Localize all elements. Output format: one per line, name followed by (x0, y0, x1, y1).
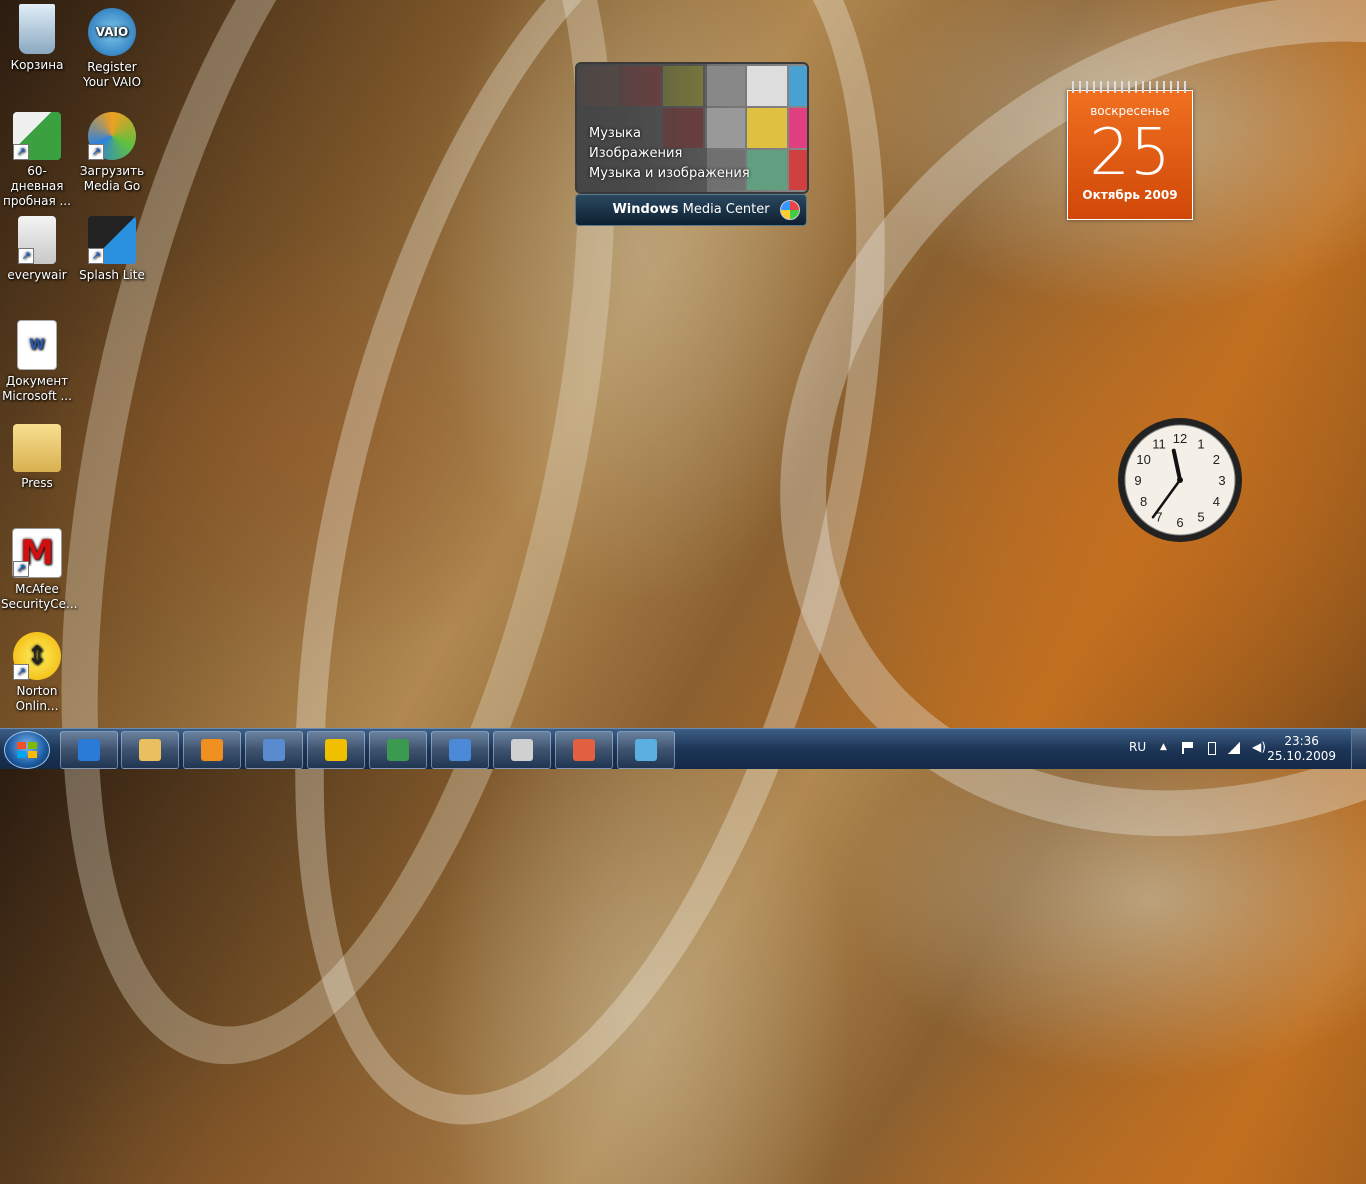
taskbar-paint-button[interactable] (555, 731, 613, 769)
start-button[interactable] (4, 731, 50, 769)
menu-item-pictures[interactable]: Изображения (589, 144, 750, 164)
taskbar: RU ▲ ◀) 23:36 25.10.2009 (0, 728, 1366, 769)
taskbar-movie-maker-button[interactable] (493, 731, 551, 769)
norton-icon (325, 739, 347, 761)
media-go-download-icon: ↗ (88, 112, 136, 160)
clock-number: 6 (1176, 515, 1183, 530)
everywair-3g-icon: ↗ (18, 216, 56, 264)
shortcut-arrow-icon: ↗ (88, 248, 104, 264)
tray-clock[interactable]: 23:36 25.10.2009 (1267, 734, 1336, 764)
taskbar-slideshow-button[interactable] (245, 731, 303, 769)
taskbar-norton-button[interactable] (307, 731, 365, 769)
shortcut-arrow-icon: ↗ (88, 144, 104, 160)
shortcut-arrow-icon: ↗ (13, 561, 29, 577)
clock-number: 4 (1213, 494, 1220, 509)
menu-item-music[interactable]: Музыка (589, 124, 750, 144)
mcafee-icon: M ↗ (12, 528, 62, 578)
photo-slideshow-icon (263, 739, 285, 761)
tray-date: 25.10.2009 (1267, 749, 1336, 763)
folder-icon (13, 424, 61, 472)
brand-windows: Windows (612, 202, 679, 217)
clock-number: 8 (1140, 494, 1147, 509)
word-document-icon: W (17, 320, 57, 370)
clock-number: 11 (1152, 437, 1166, 452)
shortcut-arrow-icon: ↗ (13, 664, 29, 680)
language-indicator[interactable]: RU (1129, 740, 1146, 754)
media-center-menu: Музыка Изображения Музыка и изображения (589, 124, 750, 184)
clock-number: 3 (1218, 473, 1225, 488)
desktop-icon-norton-online[interactable]: ⇕ ↗ Norton Onlin... (1, 632, 73, 714)
desktop-icon-press-folder[interactable]: Press (1, 424, 73, 491)
clock-number: 2 (1213, 452, 1220, 467)
clapperboard-321-icon (511, 739, 533, 761)
clock-number: 5 (1197, 509, 1204, 524)
media-player-icon (201, 739, 223, 761)
clock-number: 12 (1173, 431, 1187, 446)
volume-icon[interactable]: ◀) (1252, 740, 1266, 754)
taskbar-photo-gallery-button[interactable] (617, 731, 675, 769)
brand-media-center: Media Center (678, 202, 770, 217)
clock-number: 10 (1136, 452, 1150, 467)
norton-online-backup-icon: ⇕ ↗ (13, 632, 61, 680)
taskbar-remote-desktop-button[interactable] (431, 731, 489, 769)
desktop-icon-splash-lite[interactable]: ↗ Splash Lite (76, 216, 148, 283)
calendar-rings (1072, 81, 1188, 93)
taskbar-windows-explorer-button[interactable] (121, 731, 179, 769)
system-tray: RU ▲ ◀) 23:36 25.10.2009 (1116, 729, 1366, 769)
media-center-gadget[interactable]: Музыка Изображения Музыка и изображения … (575, 62, 809, 226)
taskbar-media-player-button[interactable] (183, 731, 241, 769)
desktop-icon-office-trial[interactable]: ↗ 60-дневная пробная ... (1, 112, 73, 209)
desktop-icon-recycle-bin[interactable]: Корзина (1, 4, 73, 73)
desktop-icon-register-vaio[interactable]: VAIO Register Your VAIO (76, 8, 148, 90)
network-users-icon (387, 739, 409, 761)
desktop-icon-everywair[interactable]: ↗ everywair (1, 216, 73, 283)
clock-number: 9 (1134, 473, 1141, 488)
recycle-bin-icon (19, 4, 55, 54)
tray-time: 23:36 (1284, 734, 1319, 748)
clock-gadget[interactable]: 12 1234567891011 (1116, 416, 1244, 544)
action-center-flag-icon[interactable] (1182, 742, 1193, 754)
splash-lite-icon: ↗ (88, 216, 136, 264)
vaio-registration-icon: VAIO (88, 8, 136, 56)
remote-desktop-icon (449, 739, 471, 761)
show-hidden-icons-icon[interactable]: ▲ (1160, 742, 1172, 754)
office-trial-icon: ↗ (13, 112, 61, 160)
clock-number: 1 (1197, 437, 1204, 452)
desktop-icon-word-document[interactable]: W Документ Microsoft ... (1, 320, 73, 404)
calendar-day: 25 (1089, 116, 1171, 190)
menu-item-music-and-pictures[interactable]: Музыка и изображения (589, 164, 750, 184)
paint-palette-icon (573, 739, 595, 761)
windows-orb-icon (780, 200, 800, 220)
taskbar-network-tool-button[interactable] (369, 731, 427, 769)
show-desktop-button[interactable] (1351, 729, 1366, 769)
battery-icon[interactable] (1208, 742, 1216, 755)
folder-icon (139, 739, 161, 761)
network-signal-icon[interactable] (1228, 742, 1240, 754)
taskbar-internet-explorer-button[interactable] (60, 731, 118, 769)
media-center-brand-bar[interactable]: Windows Media Center (575, 194, 807, 226)
windows-logo-icon (17, 742, 37, 758)
desktop-icon-mcafee[interactable]: M ↗ McAfee SecurityCe... (1, 528, 77, 612)
shortcut-arrow-icon: ↗ (13, 144, 29, 160)
photo-gallery-icon (635, 739, 657, 761)
calendar-month-year: Октябрь 2009 (1082, 188, 1178, 202)
calendar-gadget[interactable]: воскресенье 25 Октябрь 2009 (1067, 81, 1193, 220)
shortcut-arrow-icon: ↗ (18, 248, 34, 264)
desktop-icon-media-go[interactable]: ↗ Загрузить Media Go (76, 112, 148, 194)
internet-explorer-icon (78, 739, 100, 761)
